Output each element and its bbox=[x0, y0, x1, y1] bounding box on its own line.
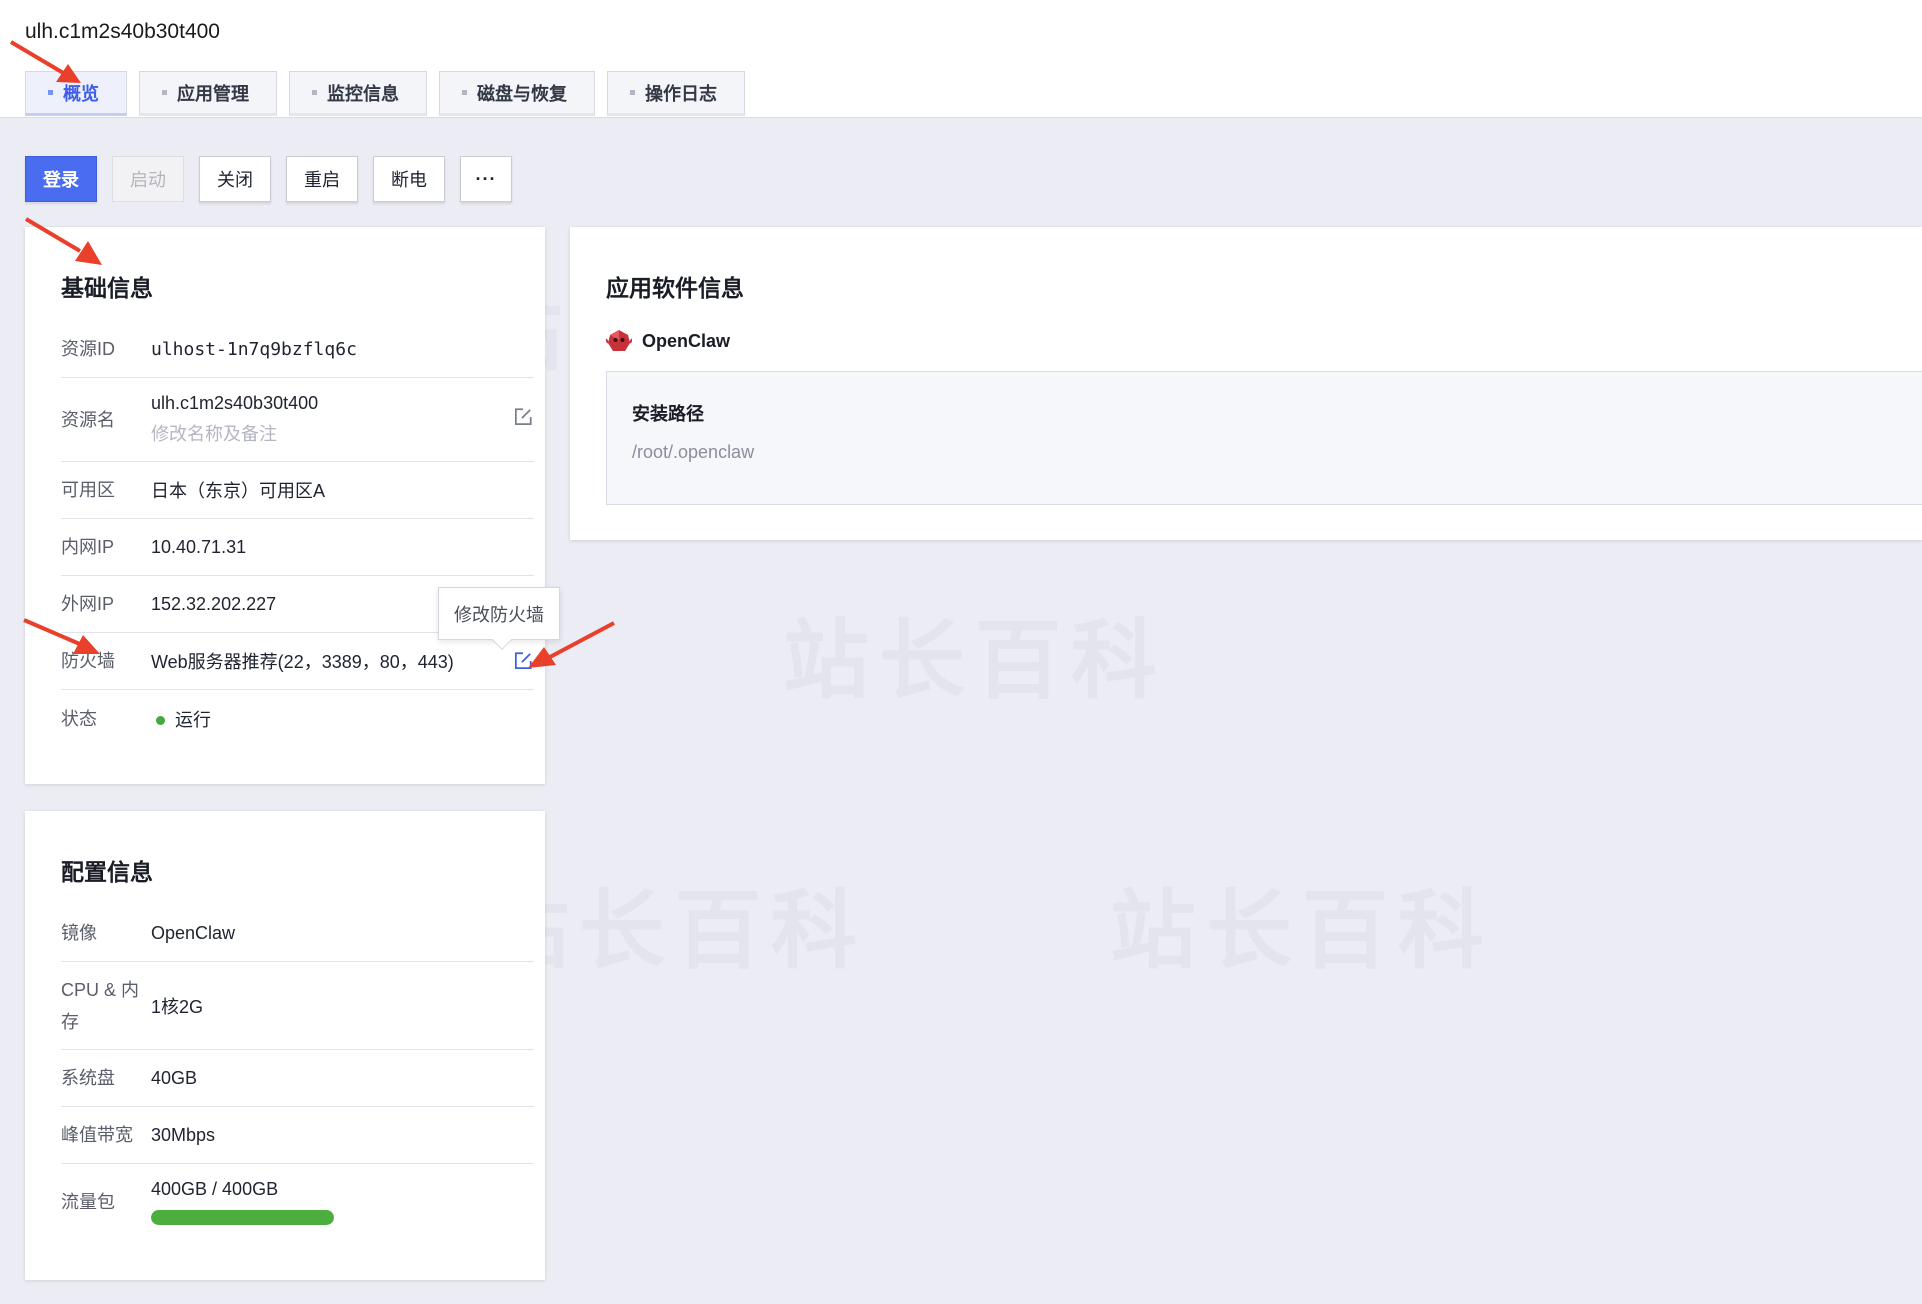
row-private-ip: 内网IP 10.40.71.31 bbox=[61, 519, 534, 576]
zone-value: 日本（东京）可用区A bbox=[151, 481, 326, 501]
image-value: OpenClaw bbox=[151, 922, 236, 943]
annotation-arrow-icon bbox=[528, 621, 615, 668]
row-firewall: 防火墙 Web服务器推荐(22，3389，80，443) bbox=[61, 633, 534, 690]
openclaw-logo-icon bbox=[606, 330, 632, 351]
resource-id-value: ulhost-1n7q9bzflq6c bbox=[151, 338, 357, 360]
tab-dot-icon bbox=[162, 90, 167, 95]
tab-label: 操作日志 bbox=[645, 83, 717, 104]
private-ip-label: 内网IP bbox=[61, 537, 115, 557]
traffic-progress-fill bbox=[151, 1210, 334, 1225]
row-traffic: 流量包 400GB / 400GB bbox=[61, 1164, 534, 1240]
start-button[interactable]: 启动 bbox=[112, 156, 184, 202]
traffic-block: 400GB / 400GB bbox=[151, 1179, 534, 1225]
row-bandwidth: 峰值带宽 30Mbps bbox=[61, 1107, 534, 1164]
install-path-box: 安装路径 /root/.openclaw bbox=[606, 371, 1922, 505]
annotation-arrow-icon bbox=[23, 618, 100, 654]
tab-dot-icon bbox=[462, 90, 467, 95]
app-row: OpenClaw bbox=[606, 328, 730, 354]
tab-dot-icon bbox=[312, 90, 317, 95]
image-label: 镜像 bbox=[61, 923, 97, 943]
status-label: 状态 bbox=[61, 708, 97, 729]
row-zone: 可用区 日本（东京）可用区A bbox=[61, 462, 534, 519]
row-system-disk: 系统盘 40GB bbox=[61, 1050, 534, 1107]
watermark: 站长百科 bbox=[1110, 883, 1494, 979]
row-resource-name: 资源名 ulh.c1m2s40b30t400 修改名称及备注 bbox=[61, 378, 534, 462]
login-button[interactable]: 登录 bbox=[25, 156, 97, 202]
basic-info-card: 基础信息 资源ID ulhost-1n7q9bzflq6c 资源名 ulh.c1… bbox=[25, 227, 545, 784]
watermark: 站长百科 bbox=[783, 613, 1167, 709]
install-path-label: 安装路径 bbox=[632, 404, 704, 424]
tab-label: 监控信息 bbox=[327, 83, 399, 104]
top-bar: ulh.c1m2s40b30t400 概览 应用管理 监控信息 磁盘与恢复 操作… bbox=[0, 0, 1922, 118]
annotation-arrow-icon bbox=[24, 217, 102, 265]
shutdown-button[interactable]: 关闭 bbox=[199, 156, 271, 202]
action-toolbar: 登录 启动 关闭 重启 断电 ··· bbox=[25, 156, 527, 202]
resource-name-label: 资源名 bbox=[61, 409, 115, 430]
resource-name-hint: 修改名称及备注 bbox=[151, 424, 277, 444]
config-info-card: 配置信息 镜像 OpenClaw CPU & 内存 1核2G 系统盘 40GB … bbox=[25, 811, 545, 1280]
traffic-label: 流量包 bbox=[61, 1192, 115, 1212]
zone-label: 可用区 bbox=[61, 480, 115, 500]
tab-operation-log[interactable]: 操作日志 bbox=[607, 71, 745, 116]
app-info-title: 应用软件信息 bbox=[606, 275, 744, 301]
tab-label: 应用管理 bbox=[177, 83, 249, 104]
basic-info-title: 基础信息 bbox=[61, 275, 153, 301]
traffic-progress-bar bbox=[151, 1210, 334, 1225]
tab-monitoring[interactable]: 监控信息 bbox=[289, 71, 427, 116]
restart-button[interactable]: 重启 bbox=[286, 156, 358, 202]
config-info-title: 配置信息 bbox=[61, 859, 153, 885]
power-off-button[interactable]: 断电 bbox=[373, 156, 445, 202]
tab-dot-icon bbox=[630, 90, 635, 95]
bandwidth-label: 峰值带宽 bbox=[61, 1125, 133, 1145]
system-disk-value: 40GB bbox=[151, 1067, 198, 1088]
status-running-icon bbox=[156, 716, 165, 726]
cpu-memory-label: CPU & 内存 bbox=[61, 979, 140, 1032]
basic-info-rows: 资源ID ulhost-1n7q9bzflq6c 资源名 ulh.c1m2s40… bbox=[61, 321, 534, 747]
app-info-card: 应用软件信息 OpenClaw 安装路径 /root/.openclaw bbox=[570, 227, 1922, 540]
annotation-arrow-icon bbox=[9, 40, 81, 83]
resource-name-block: ulh.c1m2s40b30t400 修改名称及备注 bbox=[151, 393, 534, 446]
system-disk-label: 系统盘 bbox=[61, 1068, 115, 1088]
more-actions-button[interactable]: ··· bbox=[460, 156, 512, 202]
resource-name-value: ulh.c1m2s40b30t400 bbox=[151, 393, 319, 413]
status-value: 运行 bbox=[175, 709, 211, 730]
row-status: 状态 运行 bbox=[61, 690, 534, 747]
traffic-value: 400GB / 400GB bbox=[151, 1179, 279, 1199]
bandwidth-value: 30Mbps bbox=[151, 1124, 216, 1145]
cpu-memory-value: 1核2G bbox=[151, 996, 204, 1017]
tab-app-management[interactable]: 应用管理 bbox=[139, 71, 277, 116]
app-name: OpenClaw bbox=[642, 330, 731, 351]
row-image: 镜像 OpenClaw bbox=[61, 905, 534, 962]
install-path-value: /root/.openclaw bbox=[632, 442, 755, 462]
tab-disk-recovery[interactable]: 磁盘与恢复 bbox=[439, 71, 595, 116]
row-resource-id: 资源ID ulhost-1n7q9bzflq6c bbox=[61, 321, 534, 378]
tab-bar: 概览 应用管理 监控信息 磁盘与恢复 操作日志 bbox=[25, 71, 757, 116]
resource-id-label: 资源ID bbox=[61, 339, 115, 359]
firewall-value: Web服务器推荐(22，3389，80，443) bbox=[151, 652, 454, 672]
tab-label: 磁盘与恢复 bbox=[477, 83, 567, 104]
config-info-rows: 镜像 OpenClaw CPU & 内存 1核2G 系统盘 40GB 峰值带宽 … bbox=[61, 905, 534, 1240]
edit-name-icon[interactable] bbox=[512, 406, 534, 428]
private-ip-value: 10.40.71.31 bbox=[151, 536, 247, 557]
row-cpu-memory: CPU & 内存 1核2G bbox=[61, 962, 534, 1050]
status-value-block: 运行 bbox=[151, 706, 534, 732]
